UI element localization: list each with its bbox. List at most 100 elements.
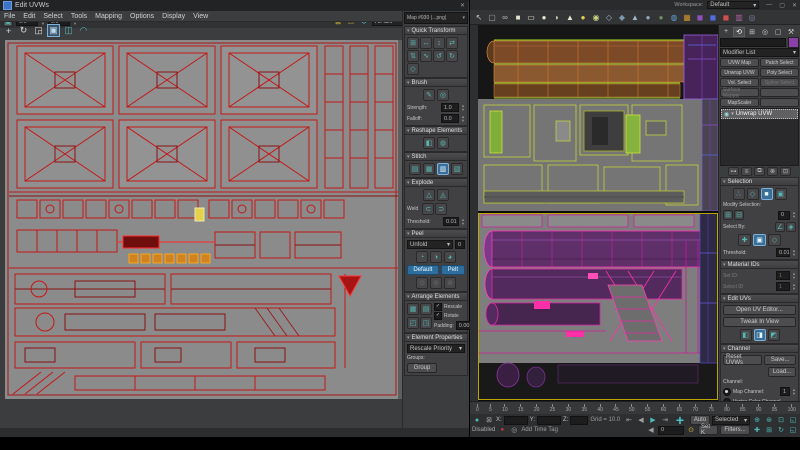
compound-tool-icon[interactable]: ◍ (668, 11, 680, 23)
align-horizontal-icon[interactable]: ↔ (420, 37, 432, 49)
rollout-explode[interactable]: ▾ Explode (404, 178, 468, 187)
configure-modifier-icon[interactable]: ⊡ (780, 167, 791, 176)
shrink-icon[interactable]: ⊟ (734, 210, 744, 220)
go-to-end-icon[interactable]: ⇥ (660, 416, 670, 424)
weld-all-icon[interactable]: ⊃ (435, 203, 447, 215)
selection-lock-icon[interactable]: ⊠ (484, 416, 494, 424)
link-icon[interactable]: ∞ (499, 11, 511, 23)
select-icon[interactable]: ↖ (473, 11, 485, 23)
straighten-selection-icon[interactable]: ◧ (423, 137, 435, 149)
uv-paint-icon[interactable]: ◨ (754, 329, 766, 341)
pack-normalize-icon[interactable]: ▦ (407, 303, 419, 315)
isolate-selection-icon[interactable]: ● (472, 417, 482, 424)
yellow-sphere-icon[interactable]: ● (577, 11, 589, 23)
expand-icon[interactable]: ▾ (731, 111, 734, 117)
yz-toggle-icon[interactable]: ◇ (768, 234, 781, 246)
threshold-field[interactable]: 0.01 (443, 217, 459, 226)
rescale-checkbox[interactable]: ✓ (434, 303, 442, 311)
space-vertical-icon[interactable]: ⇅ (407, 50, 419, 62)
material-editor-icon[interactable]: ▥ (733, 11, 745, 23)
align-vertical-icon[interactable]: ↕ (433, 37, 445, 49)
maximize-viewport-icon[interactable]: ◱ (788, 426, 798, 434)
edge-subobject-icon[interactable]: ◇ (747, 188, 759, 200)
modifier-button[interactable]: Poly Select (760, 68, 799, 77)
blue-tool-icon[interactable]: ◼ (707, 11, 719, 23)
sphere-primitive-icon[interactable]: ● (538, 11, 550, 23)
relax-brush-icon[interactable]: ◎ (437, 89, 449, 101)
geosphere-tool-icon[interactable]: ● (642, 11, 654, 23)
quick-peel-icon[interactable]: ◔ (416, 251, 428, 263)
stitch-custom-icon[interactable]: ▤ (409, 163, 421, 175)
modifier-button[interactable]: MapScaler (720, 98, 759, 107)
align-edge-icon[interactable]: ◇ (407, 63, 419, 75)
close-icon[interactable]: ✕ (460, 2, 465, 9)
move-icon[interactable]: + (2, 24, 15, 37)
object-color-swatch[interactable] (788, 37, 799, 48)
modifier-button[interactable]: Patch Select (760, 58, 799, 67)
previous-frame-icon[interactable]: ◀ (636, 416, 646, 424)
object-name-field[interactable] (720, 38, 786, 47)
close-icon[interactable]: ✕ (792, 2, 797, 9)
linear-align-icon[interactable]: ∿ (420, 50, 432, 62)
edit-seams-icon[interactable]: ⊚ (444, 277, 456, 289)
menu-item[interactable]: Tools (71, 13, 87, 20)
polygon-subobject-icon[interactable]: ■ (761, 188, 773, 200)
xy-toggle-icon[interactable]: ▣ (753, 234, 766, 246)
box-primitive-icon[interactable]: ■ (512, 11, 524, 23)
group-button[interactable]: Group (407, 363, 437, 373)
remove-modifier-icon[interactable]: ⊗ (767, 167, 778, 176)
y-field[interactable] (537, 416, 561, 425)
status-circle-icon[interactable]: ◎ (509, 426, 519, 434)
z-field[interactable] (570, 416, 588, 425)
stack-item-unwrap-uvw[interactable]: ◉ ▾ Unwrap UVW (721, 109, 798, 119)
relax-until-flat-icon[interactable]: ◍ (437, 137, 449, 149)
display-tab-icon[interactable]: ▢ (772, 27, 784, 37)
rotate-checkbox[interactable]: ✓ (434, 312, 442, 320)
select-by-element-icon[interactable]: ◈ (786, 222, 796, 232)
modify-tab-icon[interactable]: ⟲ (733, 27, 745, 37)
lscm-interactive-icon[interactable]: ◕ (444, 251, 456, 263)
zoom-icon[interactable]: ⊕ (752, 416, 762, 424)
select-by-angle-icon[interactable]: ∠ (775, 222, 785, 232)
menu-item[interactable]: Edit (23, 13, 35, 20)
rollout-brush[interactable]: ▾ Brush (404, 78, 468, 87)
x-field[interactable] (504, 416, 528, 425)
menu-item[interactable]: View (193, 13, 208, 20)
rollout-edit-uvs[interactable]: ▾ Edit UVs (720, 294, 799, 303)
pyramid-tool-icon[interactable]: ▲ (629, 11, 641, 23)
cylinder-primitive-icon[interactable]: ◗ (551, 11, 563, 23)
select-by-name-icon[interactable]: ▢ (486, 11, 498, 23)
menu-item[interactable]: Display (162, 13, 185, 20)
rotate-cw-icon[interactable]: ↻ (446, 50, 458, 62)
rollout-stitch[interactable]: ▾ Stitch (404, 152, 468, 161)
utilities-tab-icon[interactable]: ⚒ (785, 27, 797, 37)
viewport-top[interactable] (478, 25, 718, 211)
stitch-source-icon[interactable]: ▦ (423, 163, 435, 175)
torus-primitive-icon[interactable]: ◉ (590, 11, 602, 23)
pack-custom-icon[interactable]: ▤ (420, 303, 432, 315)
rotate-elements-icon[interactable]: ◳ (420, 317, 432, 329)
diamond-solid-tool-icon[interactable]: ◆ (616, 11, 628, 23)
texture-select[interactable]: Map #930 (...png)▾ (404, 12, 468, 24)
strength-field[interactable]: 1.0 (441, 103, 459, 112)
falloff-space-icon[interactable]: ◠ (77, 24, 90, 37)
stitch-target-icon[interactable]: ▥ (437, 163, 449, 175)
maximize-viewport-icon[interactable]: ◱ (788, 416, 798, 424)
key-filters-button[interactable]: Filters... (720, 425, 750, 435)
rollout-element-properties[interactable]: ▾ Element Properties (404, 333, 468, 342)
load-button[interactable]: Load... (768, 367, 796, 377)
peel-default-button[interactable]: Default (407, 265, 439, 275)
peel-mode-select[interactable]: Unfold▾ (407, 240, 453, 249)
pan-icon[interactable]: ✚ (752, 426, 762, 434)
plus-xy-icon[interactable]: ✚ (738, 234, 751, 246)
show-end-result-icon[interactable]: ≡ (741, 167, 752, 176)
create-tab-icon[interactable]: + (720, 27, 732, 37)
maximize-icon[interactable]: ▢ (779, 2, 785, 9)
current-frame-field[interactable]: 0 (658, 426, 684, 435)
rollout-material-ids[interactable]: ▾ Material IDs (720, 260, 799, 269)
zoom-region-icon[interactable]: ⊞ (764, 426, 774, 434)
align-pivot-icon[interactable]: ⊞ (407, 37, 419, 49)
zoom-extents-icon[interactable]: ⊡ (776, 416, 786, 424)
modifier-list-select[interactable]: Modifier List▾ (720, 48, 799, 57)
modifier-button[interactable]: Spline Select (760, 78, 799, 87)
